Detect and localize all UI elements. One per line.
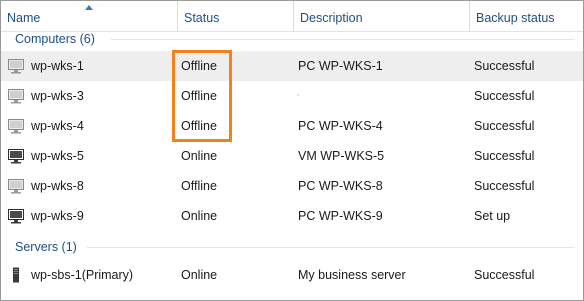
row-name: wp-sbs-1(Primary) (31, 268, 134, 282)
column-header-status-label: Status (184, 11, 220, 25)
row-name: wp-wks-4 (31, 119, 84, 133)
row-name: wp-wks-5 (31, 149, 84, 163)
row-description: PC WP-WKS-4 (298, 119, 383, 133)
row-backup-status: Successful (474, 59, 535, 73)
group-label-computers: Computers (6) (15, 32, 95, 46)
row-status: Online (181, 149, 218, 163)
computer-offline-icon (8, 119, 24, 134)
row-name: wp-wks-9 (31, 209, 84, 223)
computer-online-icon (8, 209, 24, 224)
row-description: My business server (298, 268, 406, 282)
row-backup-status: Successful (474, 149, 535, 163)
table-row[interactable]: wp-wks-9 Online PC WP-WKS-9 Set up (1, 201, 583, 231)
table-row[interactable]: wp-wks-3 Offline Successful (1, 81, 583, 111)
computers-list-view: Name Status Description Backup status Co… (0, 0, 584, 301)
group-divider (87, 247, 575, 248)
column-header-name-label: Name (7, 11, 41, 25)
table-row[interactable]: wp-wks-4 Offline PC WP-WKS-4 Successful (1, 111, 583, 141)
group-divider (111, 39, 575, 40)
row-name: wp-wks-1 (31, 59, 84, 73)
computer-offline-icon (8, 179, 24, 194)
group-label-servers: Servers (1) (15, 240, 77, 254)
row-description: PC WP-WKS-1 (298, 59, 383, 73)
computer-offline-icon (8, 89, 24, 104)
sort-ascending-icon (85, 5, 93, 10)
table-row[interactable]: wp-wks-1 Offline PC WP-WKS-1 Successful (1, 51, 583, 81)
group-header-computers[interactable]: Computers (6) (1, 29, 583, 49)
row-description: PC WP-WKS-8 (298, 179, 383, 193)
row-name: wp-wks-8 (31, 179, 84, 193)
column-header-bar: Name Status Description Backup status (1, 1, 583, 32)
row-description: PC WP-WKS-9 (298, 209, 383, 223)
row-backup-status: Successful (474, 179, 535, 193)
row-backup-status: Successful (474, 119, 535, 133)
stray-pixel-mark (297, 94, 299, 96)
column-header-description-label: Description (300, 11, 363, 25)
table-row[interactable]: wp-sbs-1(Primary) Online My business ser… (1, 260, 583, 290)
computer-offline-icon (8, 59, 24, 74)
table-row[interactable]: wp-wks-5 Online VM WP-WKS-5 Successful (1, 141, 583, 171)
column-header-name[interactable]: Name (1, 1, 177, 31)
row-backup-status: Successful (474, 89, 535, 103)
column-header-backup-status[interactable]: Backup status (469, 1, 583, 31)
row-backup-status: Successful (474, 268, 535, 282)
row-status: Online (181, 209, 218, 223)
row-status: Online (181, 268, 218, 282)
server-icon (13, 267, 19, 283)
row-backup-status: Set up (474, 209, 511, 223)
computer-online-icon (8, 149, 24, 164)
group-header-servers[interactable]: Servers (1) (1, 237, 583, 257)
row-status: Offline (181, 59, 217, 73)
column-header-description[interactable]: Description (293, 1, 469, 31)
row-status: Offline (181, 119, 217, 133)
table-row[interactable]: wp-wks-8 Offline PC WP-WKS-8 Successful (1, 171, 583, 201)
column-header-backup-status-label: Backup status (476, 11, 555, 25)
row-description: VM WP-WKS-5 (298, 149, 385, 163)
row-status: Offline (181, 179, 217, 193)
row-name: wp-wks-3 (31, 89, 84, 103)
row-status: Offline (181, 89, 217, 103)
column-header-status[interactable]: Status (177, 1, 293, 31)
